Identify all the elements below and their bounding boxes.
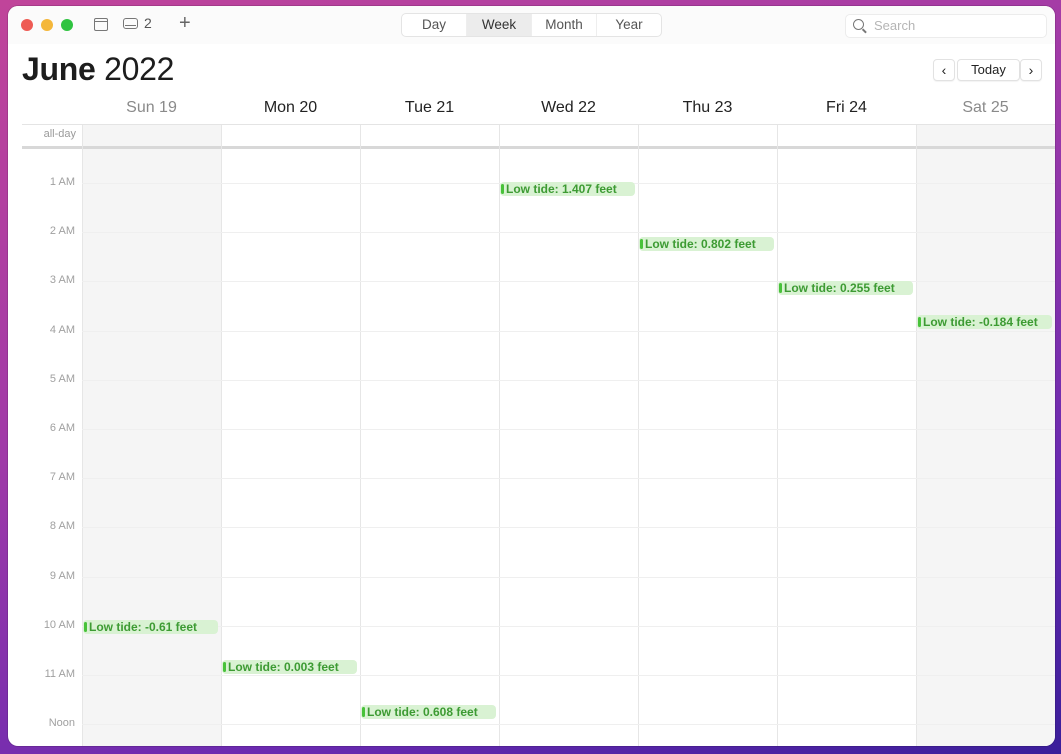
hour-label: 1 AM bbox=[49, 176, 75, 188]
hour-line bbox=[82, 724, 1055, 725]
allday-bottom-divider bbox=[22, 146, 1055, 149]
calendar-event[interactable]: Low tide: 0.003 feet bbox=[222, 660, 357, 674]
hour-label: 8 AM bbox=[49, 520, 75, 532]
event-title: Low tide: -0.61 feet bbox=[89, 620, 198, 634]
hour-label: 11 AM bbox=[44, 668, 75, 680]
column-divider bbox=[221, 125, 222, 746]
hour-label: 6 AM bbox=[49, 422, 75, 434]
hour-line bbox=[82, 577, 1055, 578]
event-title: Low tide: -0.184 feet bbox=[923, 315, 1038, 329]
hour-line bbox=[82, 232, 1055, 233]
day-header[interactable]: Tue 21 bbox=[360, 99, 499, 117]
calendar-event[interactable]: Low tide: 0.802 feet bbox=[639, 237, 774, 251]
hour-line bbox=[82, 331, 1055, 332]
calendar-event[interactable]: Low tide: 0.608 feet bbox=[361, 705, 496, 719]
event-title: Low tide: 0.255 feet bbox=[784, 281, 895, 295]
allday-label: all-day bbox=[43, 128, 76, 140]
column-divider bbox=[777, 125, 778, 746]
event-title: Low tide: 0.608 feet bbox=[367, 705, 478, 719]
hour-label: 9 AM bbox=[49, 570, 75, 582]
calendar-event[interactable]: Low tide: -0.184 feet bbox=[917, 315, 1052, 329]
day-column[interactable] bbox=[916, 125, 1055, 746]
week-grid[interactable]: all-day Sun 19 Mon 20 Tue 21 Wed 22 Thu 23 Fr… bbox=[8, 6, 1055, 746]
day-header[interactable]: Fri 24 bbox=[777, 99, 916, 117]
hour-line bbox=[82, 527, 1055, 528]
hour-line bbox=[82, 675, 1055, 676]
hour-label: Noon bbox=[48, 717, 75, 729]
day-column[interactable] bbox=[777, 125, 916, 746]
hour-line bbox=[82, 626, 1055, 627]
column-divider bbox=[638, 125, 639, 746]
calendar-window: 2 + Day Week Month Year Search June 2022 ‹ … bbox=[8, 6, 1055, 746]
hour-label: 3 AM bbox=[49, 274, 75, 286]
hour-line bbox=[82, 380, 1055, 381]
day-header[interactable]: Sun 19 bbox=[82, 99, 221, 117]
hour-line bbox=[82, 478, 1055, 479]
day-column[interactable] bbox=[221, 125, 360, 746]
hour-label: 7 AM bbox=[49, 471, 75, 483]
calendar-event[interactable]: Low tide: -0.61 feet bbox=[83, 620, 218, 634]
day-header[interactable]: Thu 23 bbox=[638, 99, 777, 117]
hour-line bbox=[82, 429, 1055, 430]
allday-top-divider bbox=[22, 124, 1055, 125]
event-title: Low tide: 0.802 feet bbox=[645, 237, 756, 251]
day-header[interactable]: Wed 22 bbox=[499, 99, 638, 117]
day-column[interactable] bbox=[638, 125, 777, 746]
day-header[interactable]: Mon 20 bbox=[221, 99, 360, 117]
column-divider bbox=[499, 125, 500, 746]
day-column[interactable] bbox=[499, 125, 638, 746]
column-divider bbox=[82, 125, 83, 746]
day-column[interactable] bbox=[360, 125, 499, 746]
day-header[interactable]: Sat 25 bbox=[916, 99, 1055, 117]
hour-label: 4 AM bbox=[49, 324, 75, 336]
calendar-event[interactable]: Low tide: 0.255 feet bbox=[778, 281, 913, 295]
hour-label: 2 AM bbox=[49, 225, 75, 237]
hour-label: 10 AM bbox=[43, 619, 75, 631]
hour-label: 5 AM bbox=[49, 373, 75, 385]
event-title: Low tide: 1.407 feet bbox=[506, 182, 617, 196]
column-divider bbox=[360, 125, 361, 746]
event-title: Low tide: 0.003 feet bbox=[228, 660, 339, 674]
calendar-event[interactable]: Low tide: 1.407 feet bbox=[500, 182, 635, 196]
column-divider bbox=[916, 125, 917, 746]
day-column[interactable] bbox=[82, 125, 221, 746]
